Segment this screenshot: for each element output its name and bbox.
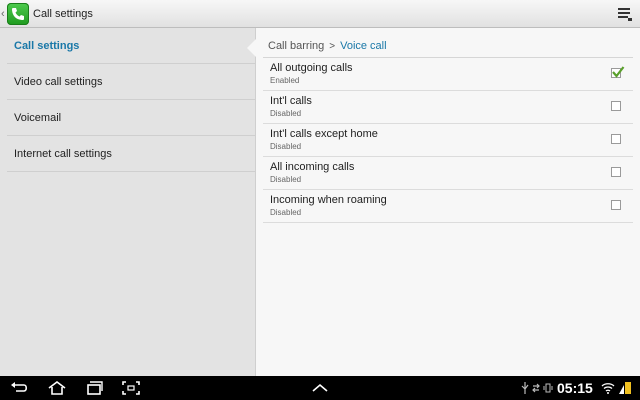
menu-item-call-settings[interactable]: Call settings	[7, 28, 255, 64]
system-bar: 05:15	[0, 376, 640, 400]
setting-status: Disabled	[270, 175, 302, 184]
menu-item-voicemail[interactable]: Voicemail	[7, 100, 255, 136]
status-clock: 05:15	[557, 380, 593, 396]
overflow-menu-icon[interactable]	[618, 6, 632, 22]
menu-item-label: Video call settings	[14, 76, 103, 88]
setting-row-intl-except-home[interactable]: Int'l calls except home Disabled	[263, 124, 633, 157]
breadcrumb: Call barring > Voice call	[268, 40, 387, 53]
setting-row-incoming-roaming[interactable]: Incoming when roaming Disabled	[263, 190, 633, 223]
breadcrumb-current: Voice call	[340, 40, 387, 52]
selection-notch	[247, 39, 256, 57]
battery-icon	[619, 382, 631, 394]
setting-status: Disabled	[270, 109, 302, 118]
menu-item-label: Internet call settings	[14, 148, 112, 160]
menu-item-label: Call settings	[14, 40, 80, 52]
setting-status: Enabled	[270, 76, 300, 85]
setting-title: Incoming when roaming	[270, 194, 387, 206]
screenshot-icon[interactable]	[121, 380, 141, 396]
action-bar: ‹ Call settings	[0, 0, 640, 28]
recent-apps-icon[interactable]	[84, 380, 104, 396]
checkbox[interactable]	[611, 101, 621, 111]
setting-status: Disabled	[270, 142, 302, 151]
setting-status: Disabled	[270, 208, 302, 217]
checkbox[interactable]	[611, 200, 621, 210]
setting-title: All incoming calls	[270, 161, 355, 173]
wifi-icon	[601, 383, 615, 394]
checkbox-checked[interactable]	[611, 66, 625, 78]
setting-row-intl-calls[interactable]: Int'l calls Disabled	[263, 91, 633, 124]
setting-row-all-outgoing[interactable]: All outgoing calls Enabled	[263, 58, 633, 91]
back-icon[interactable]	[10, 380, 30, 396]
menu-item-video-call-settings[interactable]: Video call settings	[7, 64, 255, 100]
setting-row-all-incoming[interactable]: All incoming calls Disabled	[263, 157, 633, 190]
left-menu: Call settings Video call settings Voicem…	[0, 28, 256, 376]
setting-title: All outgoing calls	[270, 62, 353, 74]
setting-title: Int'l calls	[270, 95, 312, 107]
chevron-up-icon[interactable]	[311, 381, 329, 395]
checkbox[interactable]	[611, 167, 621, 177]
sync-icon	[532, 383, 540, 393]
menu-item-internet-call-settings[interactable]: Internet call settings	[7, 136, 255, 172]
checkbox[interactable]	[611, 134, 621, 144]
checkmark-icon	[612, 66, 625, 78]
setting-title: Int'l calls except home	[270, 128, 378, 140]
phone-app-icon[interactable]	[7, 3, 29, 25]
up-chevron-icon[interactable]: ‹	[1, 7, 5, 21]
vibrate-icon	[543, 383, 553, 393]
usb-icon	[521, 382, 529, 394]
detail-panel: Call barring > Voice call All outgoing cal…	[256, 28, 640, 376]
breadcrumb-parent[interactable]: Call barring	[268, 40, 324, 52]
page-title: Call settings	[33, 8, 93, 20]
home-icon[interactable]	[47, 380, 67, 396]
menu-item-label: Voicemail	[14, 112, 62, 124]
breadcrumb-chevron-icon: >	[329, 41, 336, 52]
